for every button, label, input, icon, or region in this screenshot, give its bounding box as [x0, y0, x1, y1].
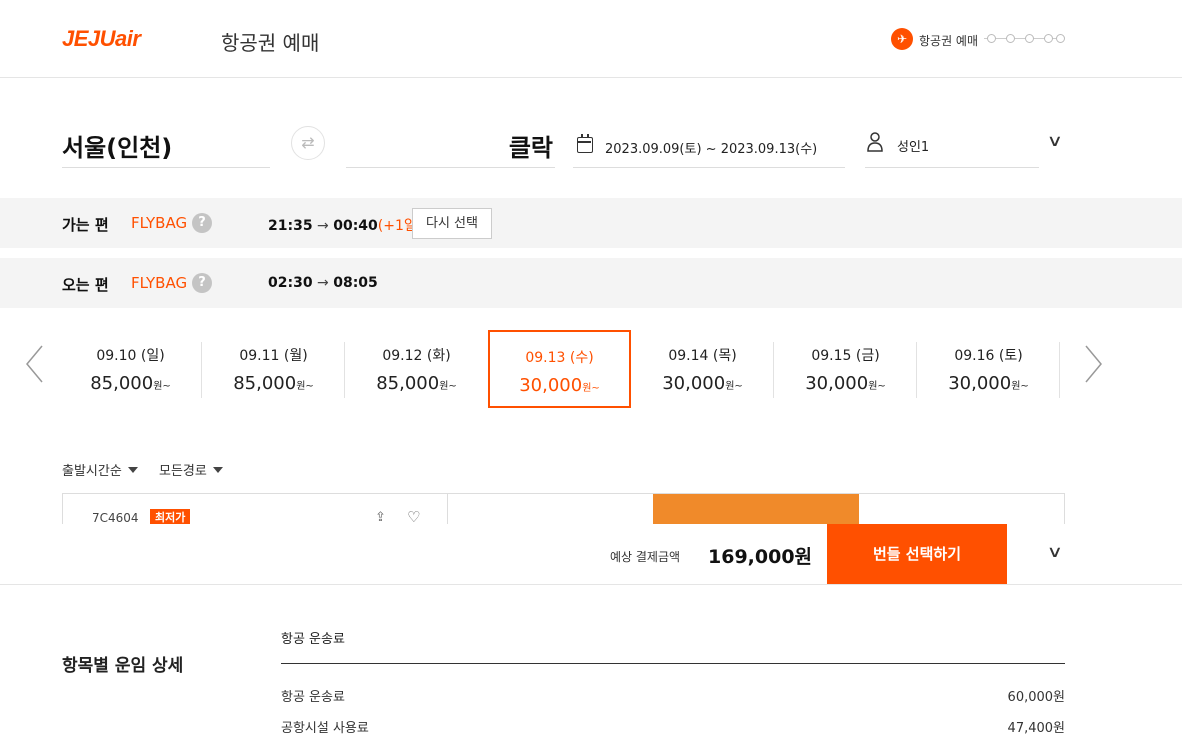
divider	[281, 663, 1065, 664]
passenger-count: 성인1	[897, 140, 930, 155]
date-option[interactable]: 09.12 (화) 85,000원~	[345, 330, 488, 408]
help-icon[interactable]: ?	[192, 273, 212, 293]
fare-section-title: 항공 운송료	[281, 632, 345, 647]
destination-city: 클락	[508, 134, 553, 162]
estimated-total-amount: 169,000원	[708, 546, 813, 568]
help-icon[interactable]: ?	[192, 213, 212, 233]
date-label: 09.12 (화)	[382, 348, 451, 364]
estimated-total-label: 예상 결제금액	[610, 550, 681, 564]
step-dot	[1044, 34, 1053, 43]
travel-dates: 2023.09.09(토) ~ 2023.09.13(수)	[605, 142, 818, 157]
date-label: 09.10 (일)	[96, 348, 165, 364]
flight-number: 7C4604	[92, 511, 139, 525]
date-price: 30,000원~	[805, 373, 886, 394]
outbound-leg: 가는 편 FLYBAG ? 21:35 → 00:40(+1일) 다시 선택	[0, 198, 1182, 248]
step-dot	[987, 34, 996, 43]
bottom-bar: 예상 결제금액 169,000원 번들 선택하기 ∨	[0, 524, 1182, 585]
date-option[interactable]: 09.16 (토) 30,000원~	[917, 330, 1060, 408]
leg-time: 21:35 → 00:40(+1일)	[268, 218, 423, 234]
date-price: 30,000원~	[662, 373, 743, 394]
date-price: 85,000원~	[90, 373, 171, 394]
fare-type: FLYBAG	[131, 214, 188, 232]
select-bundle-button[interactable]: 번들 선택하기	[827, 524, 1007, 584]
fare-row: 항공 운송료 60,000원	[281, 690, 1065, 705]
passenger-field[interactable]: 성인1	[865, 118, 1039, 168]
origin-city: 서울(인천)	[62, 134, 173, 162]
leg-label: 가는 편	[62, 216, 109, 234]
date-price: 85,000원~	[233, 373, 314, 394]
date-option[interactable]: 09.15 (금) 30,000원~	[774, 330, 917, 408]
person-icon	[867, 132, 883, 152]
reselect-button[interactable]: 다시 선택	[412, 208, 492, 239]
next-dates-icon[interactable]	[1082, 344, 1104, 384]
date-option[interactable]: 09.11 (월) 85,000원~	[202, 330, 345, 408]
date-label: 09.13 (수)	[525, 350, 594, 366]
route-filter-dropdown[interactable]: 모든경로	[159, 460, 223, 479]
date-label: 09.11 (월)	[239, 348, 308, 364]
sort-time-dropdown[interactable]: 출발시간순	[62, 460, 138, 479]
date-label: 09.15 (금)	[811, 348, 880, 364]
share-icon[interactable]: ⇪	[375, 510, 386, 525]
step-dot	[1025, 34, 1034, 43]
fare-detail-title: 항목별 운임 상세	[62, 656, 184, 676]
date-label: 09.14 (목)	[668, 348, 737, 364]
return-leg: 오는 편 FLYBAG ? 02:30 → 08:05	[0, 258, 1182, 308]
step-label: 항공권 예매	[919, 34, 979, 48]
leg-label: 오는 편	[62, 276, 109, 294]
swap-icon: ⇄	[301, 133, 315, 152]
date-option[interactable]: 09.13 (수) 30,000원~	[488, 330, 631, 408]
date-price: 30,000원~	[519, 375, 600, 396]
date-label: 09.16 (토)	[954, 348, 1023, 364]
airplane-icon: ✈	[891, 28, 913, 50]
caret-down-icon	[127, 467, 138, 473]
calendar-icon	[577, 134, 593, 153]
chevron-down-icon[interactable]: ∨	[1047, 542, 1063, 561]
step-dot	[1056, 34, 1065, 43]
fare-type: FLYBAG	[131, 274, 188, 292]
leg-time: 02:30 → 08:05	[268, 275, 378, 291]
step-dot	[1006, 34, 1015, 43]
swap-route-button[interactable]: ⇄	[291, 126, 325, 160]
origin-field[interactable]: 서울(인천)	[62, 118, 270, 168]
fare-row: 공항시설 사용료 47,400원	[281, 721, 1065, 736]
page-title: 항공권 예매	[221, 31, 320, 55]
date-option[interactable]: 09.14 (목) 30,000원~	[631, 330, 774, 408]
date-option[interactable]: 09.10 (일) 85,000원~	[59, 330, 202, 408]
header: JEJUair 항공권 예매 ✈ 항공권 예매	[0, 0, 1182, 78]
prev-dates-icon[interactable]	[24, 344, 46, 384]
destination-field[interactable]: 클락	[346, 118, 555, 168]
date-price: 85,000원~	[376, 373, 457, 394]
date-field[interactable]: 2023.09.09(토) ~ 2023.09.13(수)	[573, 118, 845, 168]
date-price: 30,000원~	[948, 373, 1029, 394]
chevron-down-icon[interactable]: ∨	[1047, 131, 1063, 150]
jejuair-logo[interactable]: JEJUair	[62, 26, 141, 52]
caret-down-icon	[212, 467, 223, 473]
